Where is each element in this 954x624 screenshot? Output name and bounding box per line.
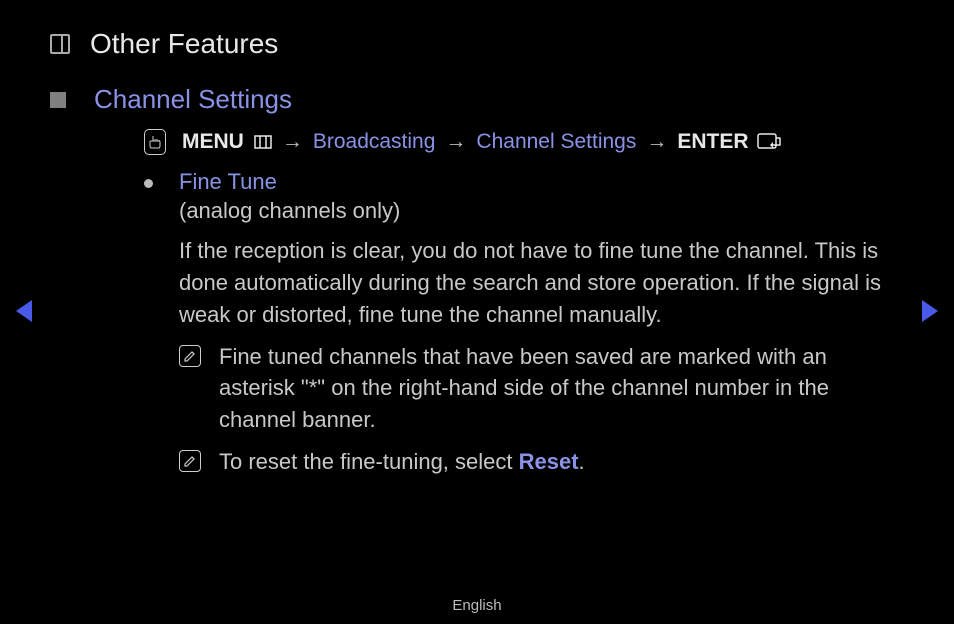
page-title: Other Features [90,28,278,60]
arrow-icon: → [646,130,667,154]
nav-enter-label: ENTER [677,130,748,154]
note2-suffix: . [579,449,585,474]
previous-page-button[interactable] [16,300,32,322]
remote-icon [144,129,166,155]
section-header: Channel Settings [50,84,954,115]
content-block: Fine Tune (analog channels only) If the … [50,155,954,478]
item-title: Fine Tune [179,169,277,195]
item-paragraph: If the reception is clear, you do not ha… [179,235,894,331]
section-title: Channel Settings [94,84,292,115]
enter-icon [757,133,781,151]
note-row-2: To reset the fine-tuning, select Reset. [144,446,894,478]
note-text-2: To reset the fine-tuning, select Reset. [219,446,585,478]
reset-label: Reset [519,449,579,474]
item-body: (analog channels only) If the reception … [144,195,894,331]
footer-language: English [0,597,954,614]
note-text-1: Fine tuned channels that have been saved… [219,341,894,437]
item-header: Fine Tune [144,169,894,195]
section: Channel Settings MENU → Broadcasting → C… [0,60,954,478]
arrow-icon: → [282,130,303,154]
menu-grid-icon [254,135,272,149]
note-row-1: Fine tuned channels that have been saved… [144,341,894,437]
page-header: Other Features [0,0,954,60]
nav-menu-label: MENU [182,130,244,154]
round-bullet-icon [144,179,153,188]
item-subtitle: (analog channels only) [179,195,894,227]
navigation-path: MENU → Broadcasting → Channel Settings →… [50,115,954,155]
arrow-icon: → [445,130,466,154]
square-bullet-icon [50,92,66,108]
pencil-note-icon [179,450,201,472]
note2-prefix: To reset the fine-tuning, select [219,449,519,474]
pencil-note-icon [179,345,201,367]
book-icon [50,34,70,54]
nav-broadcasting: Broadcasting [313,130,436,154]
next-page-button[interactable] [922,300,938,322]
nav-channel-settings: Channel Settings [476,130,636,154]
